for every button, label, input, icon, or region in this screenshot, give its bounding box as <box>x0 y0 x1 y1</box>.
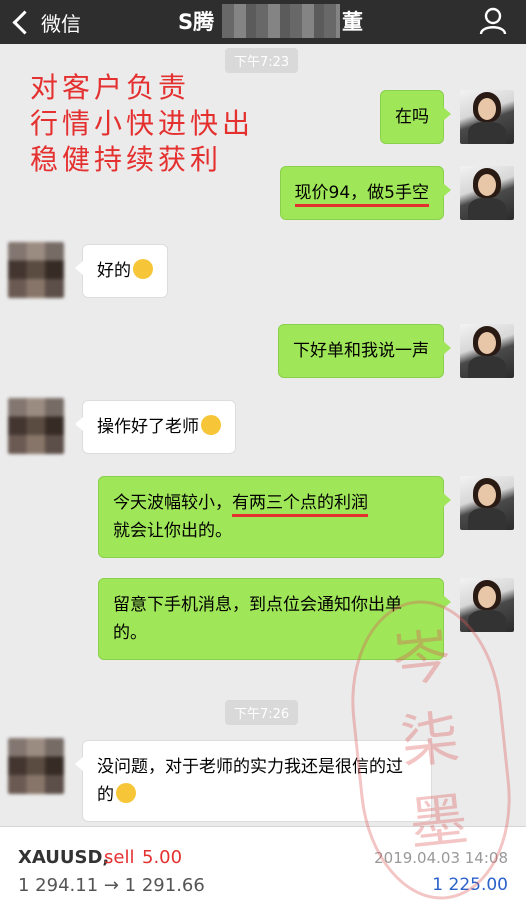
timestamp: 下午7:26 <box>225 700 299 725</box>
message-bubble[interactable]: 下好单和我说一声 <box>278 324 451 378</box>
teacher-avatar[interactable] <box>460 90 514 144</box>
message-bubble[interactable]: 操作好了老师 <box>75 400 236 454</box>
message-bubble[interactable]: 好的 <box>75 244 168 298</box>
chat-title-start: S腾 <box>178 10 215 34</box>
message-text: 今天波幅较小， <box>113 493 232 513</box>
message-text: 操作好了老师 <box>97 417 199 437</box>
trade-side: sell <box>104 847 135 868</box>
redacted-title-blur <box>222 4 340 38</box>
trade-symbol: XAUUSD, <box>18 847 110 868</box>
promo-line: 对客户负责 <box>30 71 191 104</box>
message-text: 没问题，对于老师的实力我还是很信的过的 <box>97 757 403 805</box>
promo-text: 对客户负责 行情小快进快出 稳健持续获利 <box>30 70 254 178</box>
client-avatar[interactable] <box>8 738 64 794</box>
promo-line: 行情小快进快出 <box>30 107 255 140</box>
trade-lots: 5.00 <box>142 847 183 868</box>
grin-emoji <box>201 415 221 435</box>
message-bubble[interactable]: 留意下手机消息，到点位会通知你出单的。 <box>98 578 451 660</box>
message-text-underlined: 有两三个点的利润 <box>232 493 368 517</box>
message-text: 在吗 <box>395 107 429 127</box>
ok-hand-emoji <box>133 259 153 279</box>
trade-datetime: 2019.04.03 14:08 <box>374 849 508 867</box>
client-avatar[interactable] <box>8 398 64 454</box>
client-avatar[interactable] <box>8 242 64 298</box>
teacher-avatar[interactable] <box>460 578 514 632</box>
teacher-avatar[interactable] <box>460 476 514 530</box>
chat-title-end: 董 <box>342 10 363 34</box>
message-text: 就会让你出的。 <box>113 521 232 541</box>
message-bubble[interactable]: 在吗 <box>380 90 451 144</box>
message-text: 现价94，做5手空 <box>294 183 429 207</box>
thumbs-up-emoji <box>116 783 136 803</box>
message-bubble[interactable]: 现价94，做5手空 <box>279 166 452 220</box>
person-icon[interactable] <box>478 6 508 36</box>
back-button[interactable]: 微信 <box>10 6 81 38</box>
back-chevron-icon <box>12 9 37 35</box>
message-bubble[interactable]: 今天波幅较小，有两三个点的利润 就会让你出的。 <box>98 476 451 558</box>
trade-prices: 1 294.11 → 1 291.66 <box>18 875 205 896</box>
trade-summary[interactable]: XAUUSD, sell 5.00 1 294.11 → 1 291.66 20… <box>0 826 526 907</box>
title-bar: 微信 S腾 董 <box>0 0 526 44</box>
message-text: 好的 <box>97 261 131 281</box>
message-bubble[interactable]: 没问题，对于老师的实力我还是很信的过的 <box>75 740 432 822</box>
promo-line: 稳健持续获利 <box>30 143 223 176</box>
back-label: 微信 <box>41 11 81 36</box>
message-text: 下好单和我说一声 <box>293 341 429 361</box>
trade-profit: 1 225.00 <box>432 875 508 895</box>
message-text: 留意下手机消息，到点位会通知你出单的。 <box>113 595 402 643</box>
teacher-avatar[interactable] <box>460 324 514 378</box>
teacher-avatar[interactable] <box>460 166 514 220</box>
